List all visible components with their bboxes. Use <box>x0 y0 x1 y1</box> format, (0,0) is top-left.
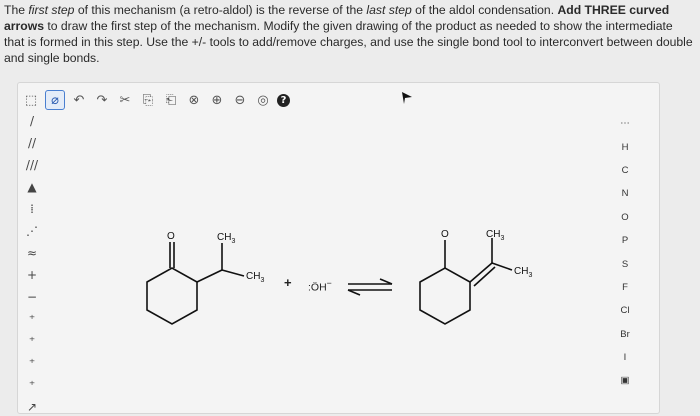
cursor-icon <box>402 92 412 104</box>
methyl-label-1[interactable]: CH3 <box>217 232 235 245</box>
plus-sign: + <box>284 275 292 290</box>
methyl-label-4-subscript: 3 <box>528 272 533 279</box>
hydroxide-text: :ÖH <box>308 281 327 294</box>
molecule-canvas[interactable] <box>0 0 700 414</box>
methyl-label-1-subscript: 3 <box>231 238 236 245</box>
cyclohexane-ring-2 <box>419 267 471 325</box>
chain-bond-6 <box>491 262 513 271</box>
oxygen-label-1[interactable]: O <box>167 231 175 242</box>
methyl-label-4-text: CH <box>514 266 529 277</box>
chain-bond-3 <box>221 269 245 277</box>
oxygen-label-2[interactable]: O <box>441 229 449 240</box>
cyclohexane-ring-1 <box>146 267 198 325</box>
methyl-label-3-subscript: 3 <box>500 235 505 242</box>
methyl-label-2-subscript: 3 <box>260 277 265 284</box>
methyl-label-2-text: CH <box>246 271 261 282</box>
methyl-label-3-text: CH <box>486 229 501 240</box>
hydroxide-label[interactable]: :ÖH− <box>308 278 332 294</box>
methyl-label-3[interactable]: CH3 <box>486 229 504 242</box>
methyl-label-1-text: CH <box>217 232 232 243</box>
methyl-label-2[interactable]: CH3 <box>246 271 264 284</box>
methyl-label-4[interactable]: CH3 <box>514 266 532 279</box>
hydroxide-charge: − <box>326 278 332 288</box>
chain-bond-1 <box>196 269 223 283</box>
